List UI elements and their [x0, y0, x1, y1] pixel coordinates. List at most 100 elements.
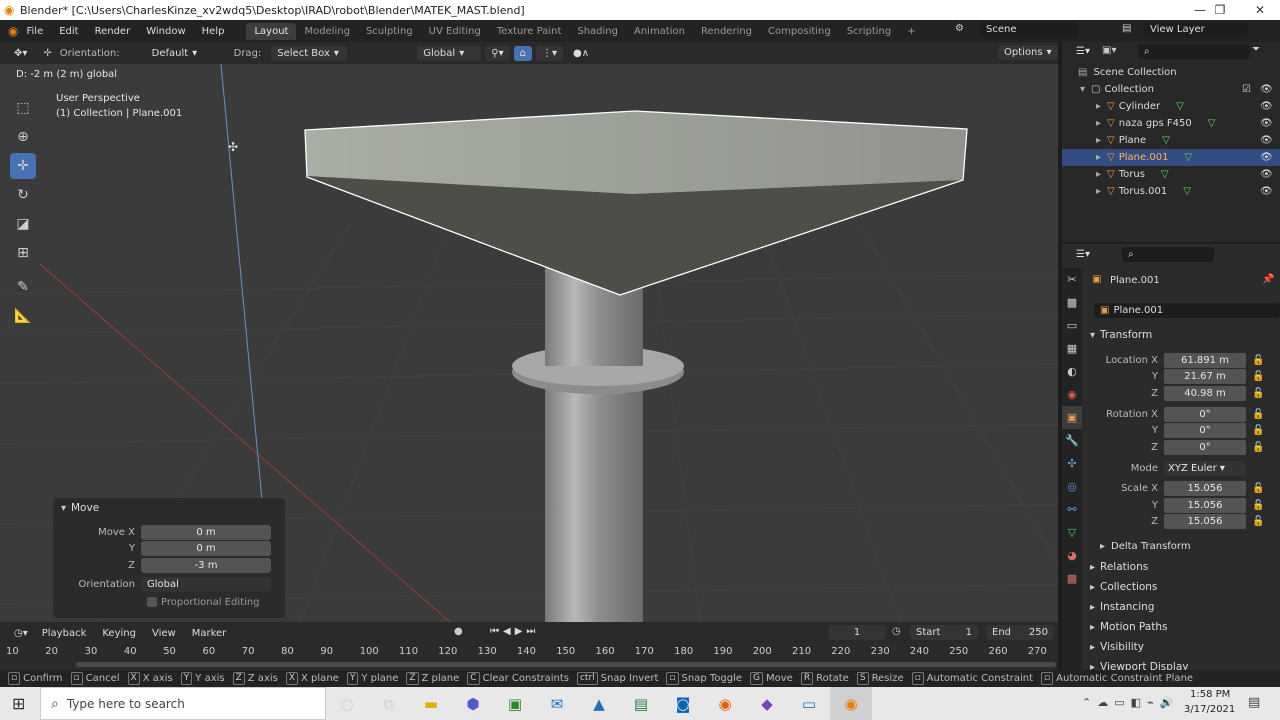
expand-icon[interactable]: ▸ — [1090, 582, 1095, 593]
properties-editor-icon[interactable]: ☰▾ — [1070, 247, 1096, 262]
expand-icon[interactable]: ▸ — [1090, 562, 1095, 573]
menu-render[interactable]: Render — [87, 26, 139, 37]
expand-icon[interactable]: ▸ — [1096, 186, 1101, 197]
relations-section[interactable]: Relations — [1100, 561, 1148, 573]
tool-tab-icon[interactable]: ✂ — [1062, 268, 1082, 291]
eye-icon[interactable]: 👁 — [1260, 84, 1273, 95]
record-icon[interactable]: ● — [454, 626, 463, 637]
pivot-icon[interactable]: ⚲▾ — [485, 45, 510, 61]
expand-icon[interactable]: ▸ — [1096, 101, 1101, 112]
move-z-field[interactable]: -3 m — [141, 557, 271, 573]
eye-icon[interactable]: 👁 — [1260, 152, 1273, 163]
editor-type-icon[interactable]: ✥▾ — [8, 46, 33, 61]
material-tab-icon[interactable]: ◕ — [1062, 544, 1082, 567]
timeline-ruler[interactable]: 10 20 30 40 50 60 70 80 90 100 110 120 130 140 150 160 1… — [0, 644, 1058, 670]
visibility-section[interactable]: Visibility — [1100, 641, 1144, 653]
collection-label[interactable]: Collection — [1104, 84, 1153, 95]
output-tab-icon[interactable]: ▭ — [1062, 314, 1082, 337]
object-name-field[interactable]: ▣ Plane.001 — [1094, 303, 1280, 318]
tab-scripting[interactable]: Scripting — [839, 23, 899, 40]
instancing-section[interactable]: Instancing — [1100, 601, 1154, 613]
constraints-tab-icon[interactable]: ⚯ — [1062, 498, 1082, 521]
scale-z-field[interactable]: 15.056 — [1164, 513, 1246, 529]
timeline-scrollbar[interactable] — [76, 662, 1056, 667]
blender-taskbar-icon[interactable]: ◉ — [830, 687, 872, 720]
transform-orientation-dropdown[interactable]: Global ▾ — [417, 45, 482, 61]
view-layer-field[interactable]: View Layer — [1144, 22, 1248, 37]
expand-icon[interactable]: ▸ — [1096, 118, 1101, 129]
outliner-item-torus-001[interactable]: Torus.001 — [1119, 186, 1167, 197]
eye-icon[interactable]: 👁 — [1260, 118, 1273, 129]
world-tab-icon[interactable]: ◉ — [1062, 383, 1082, 406]
snap-icon[interactable]: ⌂ — [513, 45, 532, 61]
lock-icon[interactable]: 🔓 — [1252, 388, 1264, 399]
rotate-tool-icon[interactable]: ↻ — [10, 182, 36, 208]
system-tray-icons[interactable]: ⌃☁▭◧⌁🔊 — [1082, 696, 1179, 709]
tab-texture-paint[interactable]: Texture Paint — [489, 23, 570, 40]
expand-icon[interactable]: ▸ — [1096, 169, 1101, 180]
outliner-item-plane-001[interactable]: Plane.001 — [1119, 152, 1169, 163]
menu-window[interactable]: Window — [138, 26, 193, 37]
snap-target-icon[interactable]: ⋮▾ — [535, 45, 564, 61]
visual-studio-icon[interactable]: ◆ — [746, 687, 788, 720]
data-tab-icon[interactable]: ▽ — [1062, 521, 1082, 544]
rotation-y-field[interactable]: 0° — [1164, 422, 1246, 438]
expand-icon[interactable]: ▸ — [1096, 135, 1101, 146]
tab-animation[interactable]: Animation — [626, 23, 693, 40]
playback-controls-icon[interactable]: ⏮◀▶⏭ — [490, 626, 539, 637]
start-frame-field[interactable]: Start 1 — [910, 625, 978, 640]
clock-icon[interactable]: ◷ — [892, 626, 901, 637]
location-y-field[interactable]: 21.67 m — [1164, 368, 1246, 384]
lock-icon[interactable]: 🔓 — [1252, 371, 1264, 382]
move-y-field[interactable]: 0 m — [141, 540, 271, 556]
delta-transform-section[interactable]: Delta Transform — [1111, 541, 1191, 552]
move-tool-button[interactable]: ✛ — [10, 153, 36, 179]
outlook-icon[interactable]: ◙ — [662, 687, 704, 720]
timeline-marker-menu[interactable]: Marker — [184, 628, 235, 639]
windows-start-icon[interactable]: ⊞ — [12, 694, 25, 713]
close-button[interactable]: ✕ — [1240, 0, 1280, 20]
object-tab-icon[interactable]: ▣ — [1062, 406, 1082, 429]
outliner-item-torus[interactable]: Torus — [1119, 169, 1145, 180]
expand-icon[interactable]: ▸ — [1090, 602, 1095, 613]
cortana-icon[interactable]: ○ — [326, 687, 368, 720]
expand-icon[interactable]: ▸ — [1090, 642, 1095, 653]
tab-sculpting[interactable]: Sculpting — [358, 23, 421, 40]
file-explorer-icon[interactable]: ▬ — [410, 687, 452, 720]
orientation-select[interactable]: Global — [141, 576, 271, 592]
location-z-field[interactable]: 40.98 m — [1164, 385, 1246, 401]
tab-layout[interactable]: Layout — [246, 22, 297, 40]
scene-collection-label[interactable]: Scene Collection — [1093, 67, 1176, 78]
expand-icon[interactable]: ▸ — [1096, 152, 1101, 163]
eye-icon[interactable]: 👁 — [1260, 135, 1273, 146]
physics-tab-icon[interactable]: ◎ — [1062, 475, 1082, 498]
display-mode-icon[interactable]: ▣▾ — [1102, 45, 1116, 56]
current-frame-field[interactable]: 1 — [828, 625, 886, 640]
timeline-keying-menu[interactable]: Keying — [94, 628, 144, 639]
timeline-playback-menu[interactable]: Playback — [34, 628, 95, 639]
proportional-checkbox[interactable] — [147, 597, 157, 607]
rotation-x-field[interactable]: 0° — [1164, 406, 1246, 422]
task-view-icon[interactable]: ⧉ — [368, 687, 410, 720]
scene-field[interactable]: Scene — [980, 22, 1078, 37]
lock-icon[interactable]: 🔓 — [1252, 483, 1264, 494]
transform-section-title[interactable]: Transform — [1100, 329, 1152, 341]
measure-tool-icon[interactable]: 📐 — [10, 303, 36, 329]
properties-search-input[interactable]: ⌕ — [1122, 247, 1214, 262]
lock-icon[interactable]: 🔓 — [1252, 355, 1264, 366]
view-layer-tab-icon[interactable]: ▦ — [1062, 337, 1082, 360]
add-workspace-button[interactable]: + — [899, 23, 923, 40]
outliner-editor-icon[interactable]: ☰▾ — [1070, 44, 1096, 59]
modifier-tab-icon[interactable]: 🔧 — [1062, 429, 1082, 452]
eye-icon[interactable]: 👁 — [1260, 186, 1273, 197]
blender-menu-icon[interactable]: ◉ — [8, 24, 18, 38]
lock-icon[interactable]: 🔓 — [1252, 500, 1264, 511]
move-x-field[interactable]: 0 m — [141, 524, 271, 540]
collection-checkbox[interactable]: ☑ — [1242, 84, 1251, 95]
scale-y-field[interactable]: 15.056 — [1164, 497, 1246, 513]
tab-uv-editing[interactable]: UV Editing — [421, 23, 489, 40]
location-x-field[interactable]: 61.891 m — [1164, 352, 1246, 368]
tab-modeling[interactable]: Modeling — [296, 23, 358, 40]
view-layer-icon[interactable]: ▤ — [1122, 23, 1131, 34]
excel-icon[interactable]: ▤ — [620, 687, 662, 720]
